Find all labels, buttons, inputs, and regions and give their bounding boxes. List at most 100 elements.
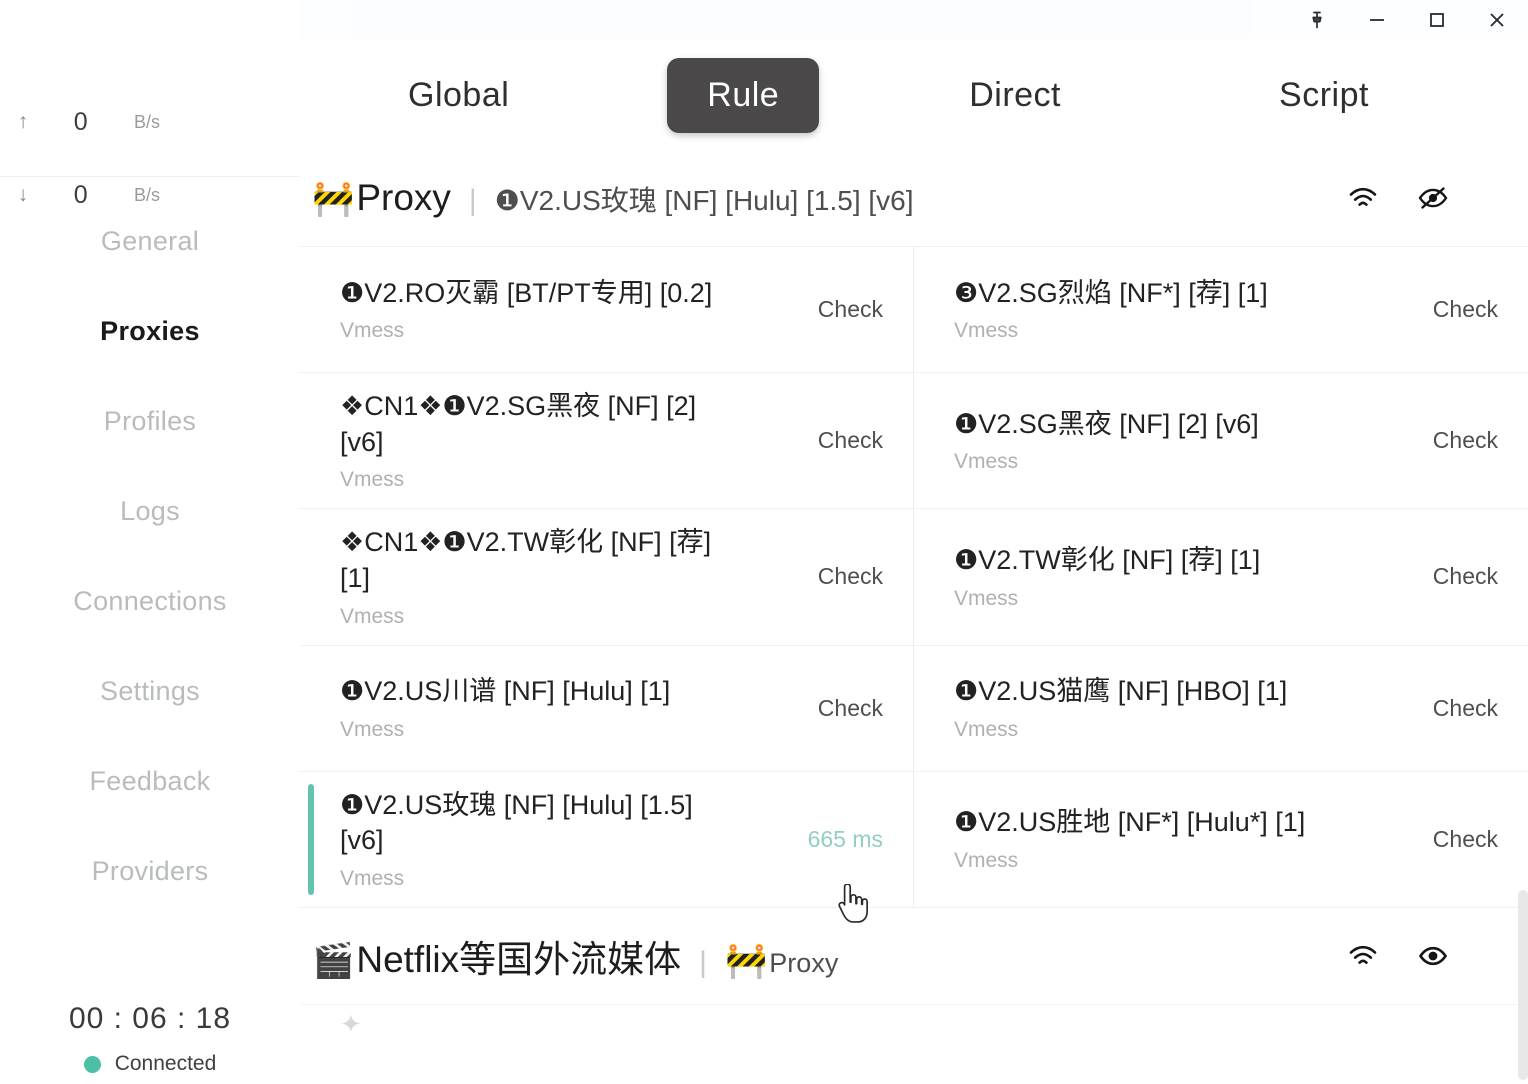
window-drag-region[interactable] bbox=[352, 0, 1252, 36]
proxy-info: ❶V2.US玫瑰 [NF] [Hulu] [1.5] [v6] Vmess bbox=[340, 788, 730, 891]
proxy-name: ❶V2.RO灭霸 [BT/PT专用] [0.2] bbox=[340, 277, 713, 308]
proxy-name: ❶V2.US玫瑰 [NF] [Hulu] [1.5] [v6] bbox=[340, 789, 693, 856]
tab-label: Rule bbox=[707, 75, 780, 114]
proxy-latency-value[interactable]: 665 ms bbox=[808, 826, 883, 853]
proxy-item[interactable]: ❶V2.US猫鹰 [NF] [HBO] [1] Vmess Check bbox=[914, 646, 1528, 772]
sidebar-item-providers[interactable]: Providers bbox=[0, 826, 300, 916]
proxy-name: ❶V2.US胜地 [NF*] [Hulu*] [1] bbox=[954, 807, 1306, 838]
proxy-info: ❸V2.SG烈焰 [NF*] [荐] [1] Vmess bbox=[954, 276, 1268, 344]
proxy-info: ❖CN1❖❶V2.TW彰化 [NF] [荐] [1] Vmess bbox=[340, 525, 730, 628]
group-separator: | bbox=[699, 945, 707, 979]
tab-label: Direct bbox=[969, 75, 1062, 114]
sidebar-item-connections[interactable]: Connections bbox=[0, 556, 300, 646]
tab-script[interactable]: Script bbox=[1239, 58, 1409, 133]
group-actions bbox=[1346, 181, 1450, 215]
sidebar-item-label: Settings bbox=[100, 675, 200, 706]
eye-off-icon[interactable] bbox=[1416, 181, 1450, 215]
group-selected-proxy: ❶V2.US玫瑰 [NF] [Hulu] [1.5] [v6] bbox=[494, 185, 914, 216]
upload-speed-value: 0 bbox=[73, 107, 89, 136]
sidebar-item-label: Providers bbox=[91, 855, 209, 886]
proxy-name: ❖CN1❖❶V2.SG黑夜 [NF] [2] [v6] bbox=[340, 391, 697, 457]
proxy-type: Vmess bbox=[954, 586, 1019, 610]
sidebar-item-feedback[interactable]: Feedback bbox=[0, 736, 300, 826]
tab-global[interactable]: Global bbox=[368, 58, 549, 133]
tab-rule[interactable]: Rule bbox=[667, 57, 820, 133]
group-header[interactable]: 🎬 Netflix等国外流媒体 | 🚧 Proxy bbox=[300, 908, 1528, 1004]
partial-text: ✦ bbox=[340, 1008, 362, 1031]
group-name: Netflix等国外流媒体 bbox=[356, 938, 682, 980]
sidebar-item-logs[interactable]: Logs bbox=[0, 466, 300, 556]
proxy-item[interactable]: ❶V2.TW彰化 [NF] [荐] [1] Vmess Check bbox=[914, 509, 1528, 646]
proxy-info: ❶V2.US胜地 [NF*] [Hulu*] [1] Vmess bbox=[954, 805, 1305, 873]
proxy-item[interactable]: ❖CN1❖❶V2.SG黑夜 [NF] [2] [v6] Vmess Check bbox=[300, 373, 914, 510]
sidebar-item-general[interactable]: General bbox=[0, 196, 300, 286]
proxy-name: ❸V2.SG烈焰 [NF*] [荐] [1] bbox=[954, 277, 1268, 308]
sidebar-nav: General Proxies Profiles Logs Connection… bbox=[0, 196, 300, 916]
window-controls bbox=[1304, 7, 1528, 33]
proxy-type: Vmess bbox=[954, 319, 1019, 343]
proxy-latency-check[interactable]: Check bbox=[1433, 826, 1498, 853]
sidebar-item-profiles[interactable]: Profiles bbox=[0, 376, 300, 466]
proxy-latency-check[interactable]: Check bbox=[818, 427, 883, 454]
sidebar-item-label: Feedback bbox=[89, 765, 211, 796]
eye-icon[interactable] bbox=[1416, 939, 1450, 973]
group-name: Proxy bbox=[356, 177, 451, 218]
proxy-type: Vmess bbox=[340, 319, 405, 343]
proxy-grid: ❶V2.RO灭霸 [BT/PT专用] [0.2] Vmess Check ❸V2… bbox=[300, 246, 1528, 908]
proxy-type: Vmess bbox=[954, 450, 1019, 474]
proxy-info: ❶V2.SG黑夜 [NF] [2] [v6] Vmess bbox=[954, 407, 1259, 475]
maximize-icon[interactable] bbox=[1424, 7, 1450, 33]
proxy-row-partial: ✦ bbox=[300, 1003, 1528, 1031]
group-selected-proxy: Proxy bbox=[769, 947, 839, 978]
sidebar-item-proxies[interactable]: Proxies bbox=[0, 286, 300, 376]
speed-meter: ↑ 0 B/s ↓ 0 B/s bbox=[0, 46, 300, 209]
upload-arrow-icon: ↑ bbox=[17, 110, 29, 133]
proxy-type: Vmess bbox=[340, 468, 405, 492]
sidebar-item-label: Connections bbox=[73, 585, 227, 616]
proxy-type: Vmess bbox=[340, 866, 405, 890]
proxy-latency-check[interactable]: Check bbox=[818, 563, 883, 590]
tab-direct[interactable]: Direct bbox=[929, 58, 1101, 133]
proxy-latency-check[interactable]: Check bbox=[1433, 695, 1498, 722]
proxy-type: Vmess bbox=[954, 848, 1019, 872]
wifi-icon[interactable] bbox=[1346, 939, 1380, 973]
proxy-latency-check[interactable]: Check bbox=[818, 695, 883, 722]
group-header[interactable]: 🚧 Proxy | ❶V2.US玫瑰 [NF] [Hulu] [1.5] [v6… bbox=[300, 150, 1528, 246]
upload-speed-unit: B/s bbox=[134, 111, 161, 132]
proxy-item[interactable]: ❖CN1❖❶V2.TW彰化 [NF] [荐] [1] Vmess Check bbox=[300, 509, 914, 646]
sidebar: ↑ 0 B/s ↓ 0 B/s General Proxies Profiles… bbox=[0, 0, 300, 1084]
proxy-type: Vmess bbox=[954, 717, 1019, 741]
group-actions bbox=[1346, 939, 1450, 973]
proxy-group-proxy: 🚧 Proxy | ❶V2.US玫瑰 [NF] [Hulu] [1.5] [v6… bbox=[300, 150, 1528, 908]
proxy-name: ❶V2.TW彰化 [NF] [荐] [1] bbox=[954, 545, 1261, 576]
sidebar-item-settings[interactable]: Settings bbox=[0, 646, 300, 736]
proxy-item[interactable]: ❸V2.SG烈焰 [NF*] [荐] [1] Vmess Check bbox=[914, 247, 1528, 373]
proxy-item[interactable]: ❶V2.RO灭霸 [BT/PT专用] [0.2] Vmess Check bbox=[300, 247, 914, 373]
main-content: Global Rule Direct Script 🚧 Proxy | ❶V2.… bbox=[300, 40, 1528, 1084]
proxy-name: ❖CN1❖❶V2.TW彰化 [NF] [荐] [1] bbox=[340, 527, 712, 593]
group-title: 🚧 Proxy | ❶V2.US玫瑰 [NF] [Hulu] [1.5] [v6… bbox=[312, 177, 914, 219]
close-icon[interactable] bbox=[1484, 7, 1510, 33]
tab-label: Global bbox=[408, 75, 510, 114]
proxy-name: ❶V2.US川谱 [NF] [Hulu] [1] bbox=[340, 676, 671, 707]
proxy-info: ❶V2.TW彰化 [NF] [荐] [1] Vmess bbox=[954, 543, 1260, 611]
proxy-item-selected[interactable]: ❶V2.US玫瑰 [NF] [Hulu] [1.5] [v6] Vmess 66… bbox=[300, 771, 914, 908]
construction-icon: 🚧 bbox=[724, 941, 768, 980]
proxy-item[interactable]: ❶V2.US川谱 [NF] [Hulu] [1] Vmess Check bbox=[300, 645, 914, 772]
minimize-icon[interactable] bbox=[1364, 7, 1390, 33]
sidebar-item-label: Proxies bbox=[100, 315, 200, 346]
wifi-icon[interactable] bbox=[1346, 181, 1380, 215]
vertical-scrollbar[interactable] bbox=[1518, 890, 1528, 1080]
proxy-type: Vmess bbox=[340, 717, 405, 741]
proxy-latency-check[interactable]: Check bbox=[1433, 563, 1498, 590]
proxy-name: ❶V2.US猫鹰 [NF] [HBO] [1] bbox=[954, 676, 1288, 707]
proxy-info: ❶V2.RO灭霸 [BT/PT专用] [0.2] Vmess bbox=[340, 276, 712, 344]
proxy-item[interactable]: ❶V2.US胜地 [NF*] [Hulu*] [1] Vmess Check bbox=[914, 772, 1528, 908]
proxy-latency-check[interactable]: Check bbox=[818, 296, 883, 323]
proxy-item[interactable]: ❶V2.SG黑夜 [NF] [2] [v6] Vmess Check bbox=[914, 373, 1528, 510]
sidebar-item-label: General bbox=[100, 225, 200, 256]
pin-icon[interactable] bbox=[1304, 7, 1330, 33]
proxy-latency-check[interactable]: Check bbox=[1433, 296, 1498, 323]
proxy-latency-check[interactable]: Check bbox=[1433, 427, 1498, 454]
proxy-info: ❶V2.US川谱 [NF] [Hulu] [1] Vmess bbox=[340, 674, 670, 742]
